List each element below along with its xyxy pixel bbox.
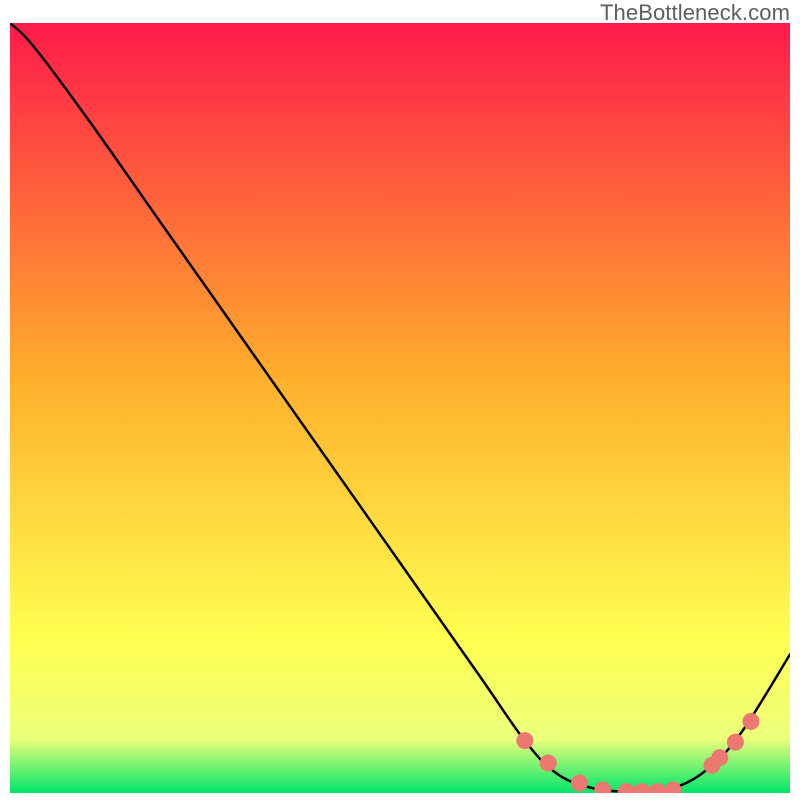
curve-dot — [743, 713, 760, 730]
bottleneck-chart — [10, 23, 790, 793]
curve-dot — [571, 774, 588, 791]
curve-dot — [727, 734, 744, 751]
curve-dot — [516, 732, 533, 749]
gradient-background — [10, 23, 790, 793]
curve-dot — [711, 749, 728, 766]
curve-dot — [540, 754, 557, 771]
